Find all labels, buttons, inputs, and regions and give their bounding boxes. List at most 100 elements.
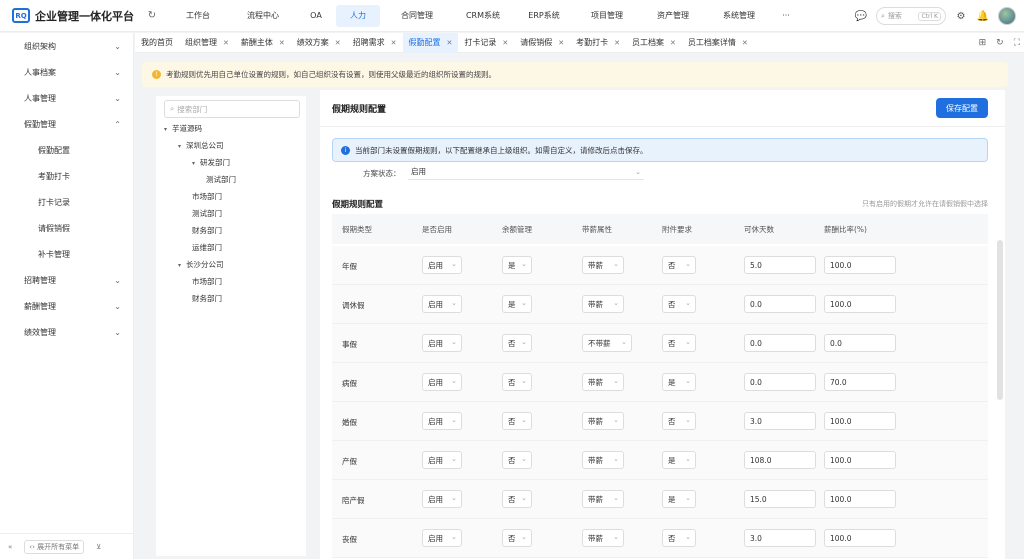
avatar[interactable] — [998, 7, 1016, 25]
enabled-select[interactable]: 启用 ⌄ — [422, 334, 462, 352]
expand-all-button[interactable]: ‹› 展开所有菜单 — [24, 539, 85, 554]
topnav-item[interactable]: 合同管理 — [384, 5, 450, 27]
caret-down-icon[interactable]: ▾ — [178, 143, 181, 150]
tree-node[interactable]: ▾ 长沙分公司 — [178, 259, 224, 270]
attachment-select[interactable]: 否 ⌄ — [662, 256, 696, 274]
close-icon[interactable]: ✕ — [502, 33, 508, 53]
grid-icon[interactable]: ⊞ — [979, 38, 987, 48]
ratio-input[interactable]: 100.0 — [824, 412, 896, 430]
ratio-input[interactable]: 0.0 — [824, 334, 896, 352]
enabled-select[interactable]: 启用 ⌄ — [422, 412, 462, 430]
sidebar-subitem[interactable]: 考勤打卡 — [0, 163, 133, 189]
days-input[interactable]: 5.0 — [744, 256, 816, 274]
ratio-input[interactable]: 100.0 — [824, 529, 896, 547]
days-input[interactable]: 0.0 — [744, 295, 816, 313]
sidebar-item[interactable]: 薪酬管理 ⌄ — [0, 293, 133, 319]
caret-down-icon[interactable]: ▾ — [192, 160, 195, 167]
tab[interactable]: 招聘需求 ✕ — [347, 33, 403, 53]
topnav-item[interactable]: 工作台 — [170, 5, 226, 27]
tree-node[interactable]: ▾ 深圳总公司 — [178, 140, 224, 151]
tree-node[interactable]: 市场部门 — [192, 276, 222, 287]
sidebar-item[interactable]: 人事管理 ⌄ — [0, 85, 133, 111]
balance-select[interactable]: 否 ⌄ — [502, 490, 532, 508]
tree-node[interactable]: 市场部门 — [192, 191, 222, 202]
tab[interactable]: 假勤配置 ✕ — [402, 32, 459, 53]
bell-icon[interactable]: 🔔 — [976, 11, 990, 22]
balance-select[interactable]: 否 ⌄ — [502, 529, 532, 547]
days-input[interactable]: 0.0 — [744, 334, 816, 352]
close-icon[interactable]: ✕ — [391, 33, 397, 53]
tree-search-input[interactable]: ⌕ 搜索部门 — [164, 100, 300, 118]
ratio-input[interactable]: 70.0 — [824, 373, 896, 391]
attachment-select[interactable]: 否 ⌄ — [662, 529, 696, 547]
topnav-item[interactable]: 流程中心 — [230, 5, 296, 27]
tab[interactable]: 我的首页 — [135, 33, 179, 53]
enabled-select[interactable]: 启用 ⌄ — [422, 529, 462, 547]
sidebar-item[interactable]: 人事档案 ⌄ — [0, 59, 133, 85]
sidebar-subitem[interactable]: 假勤配置 — [0, 137, 133, 163]
paid-select[interactable]: 带薪 ⌄ — [582, 412, 624, 430]
message-icon[interactable]: 💬 — [854, 11, 868, 22]
tab[interactable]: 薪酬主体 ✕ — [235, 33, 291, 53]
paid-select[interactable]: 带薪 ⌄ — [582, 529, 624, 547]
status-select[interactable]: 启用 ⌄ — [408, 164, 644, 180]
enabled-select[interactable]: 启用 ⌄ — [422, 373, 462, 391]
refresh-icon[interactable]: ↻ — [140, 10, 164, 21]
sidebar-subitem[interactable]: 打卡记录 — [0, 189, 133, 215]
ratio-input[interactable]: 100.0 — [824, 490, 896, 508]
ratio-input[interactable]: 100.0 — [824, 256, 896, 274]
ratio-input[interactable]: 100.0 — [824, 451, 896, 469]
attachment-select[interactable]: 否 ⌄ — [662, 334, 696, 352]
topnav-item[interactable]: OA — [300, 5, 332, 27]
sidebar-subitem[interactable]: 请假销假 — [0, 215, 133, 241]
paid-select[interactable]: 带薪 ⌄ — [582, 295, 624, 313]
enabled-select[interactable]: 启用 ⌄ — [422, 256, 462, 274]
days-input[interactable]: 108.0 — [744, 451, 816, 469]
tree-node[interactable]: ▾ 研发部门 — [192, 157, 230, 168]
close-icon[interactable]: ✕ — [223, 33, 229, 53]
settings-icon[interactable]: ⚙ — [954, 11, 968, 22]
attachment-select[interactable]: 否 ⌄ — [662, 412, 696, 430]
caret-down-icon[interactable]: ▾ — [178, 262, 181, 269]
attachment-select[interactable]: 是 ⌄ — [662, 373, 696, 391]
ratio-input[interactable]: 100.0 — [824, 295, 896, 313]
tab[interactable]: 打卡记录 ✕ — [458, 33, 514, 53]
days-input[interactable]: 15.0 — [744, 490, 816, 508]
tree-node[interactable]: 测试部门 — [206, 174, 236, 185]
tree-node[interactable]: 财务部门 — [192, 225, 222, 236]
tab[interactable]: 请假销假 ✕ — [514, 33, 570, 53]
attachment-select[interactable]: 是 ⌄ — [662, 451, 696, 469]
tree-node[interactable]: 测试部门 — [192, 208, 222, 219]
tree-node[interactable]: 财务部门 — [192, 293, 222, 304]
close-icon[interactable]: ✕ — [335, 33, 341, 53]
tab[interactable]: 组织管理 ✕ — [179, 33, 235, 53]
enabled-select[interactable]: 启用 ⌄ — [422, 490, 462, 508]
topnav-item[interactable]: 人力 — [336, 4, 380, 27]
close-icon[interactable]: ✕ — [670, 33, 676, 53]
close-icon[interactable]: ✕ — [558, 33, 564, 53]
caret-down-icon[interactable]: ▾ — [164, 126, 167, 133]
enabled-select[interactable]: 启用 ⌄ — [422, 295, 462, 313]
topnav-item[interactable]: 系统管理 — [708, 5, 770, 27]
balance-select[interactable]: 是 ⌄ — [502, 295, 532, 313]
days-input[interactable]: 3.0 — [744, 412, 816, 430]
sidebar-item[interactable]: 假勤管理 ⌃ — [0, 111, 133, 137]
attachment-select[interactable]: 否 ⌄ — [662, 295, 696, 313]
tab[interactable]: 绩效方案 ✕ — [291, 33, 347, 53]
collapse-icon[interactable]: « — [8, 543, 12, 551]
reload-icon[interactable]: ↻ — [996, 38, 1004, 48]
balance-select[interactable]: 否 ⌄ — [502, 451, 532, 469]
scrollbar[interactable] — [997, 240, 1003, 400]
balance-select[interactable]: 否 ⌄ — [502, 334, 532, 352]
topnav-item[interactable]: CRM系统 — [454, 5, 512, 27]
topnav-item[interactable]: ··· — [774, 5, 798, 27]
tree-node[interactable]: 运维部门 — [192, 242, 222, 253]
paid-select[interactable]: 带薪 ⌄ — [582, 451, 624, 469]
enabled-select[interactable]: 启用 ⌄ — [422, 451, 462, 469]
tab[interactable]: 考勤打卡 ✕ — [570, 33, 626, 53]
close-icon[interactable]: ✕ — [447, 33, 453, 53]
fullscreen-icon[interactable]: ⛶ — [1014, 38, 1020, 48]
paid-select[interactable]: 带薪 ⌄ — [582, 490, 624, 508]
app-logo[interactable]: RQ 企业管理一体化平台 — [0, 8, 140, 24]
days-input[interactable]: 0.0 — [744, 373, 816, 391]
